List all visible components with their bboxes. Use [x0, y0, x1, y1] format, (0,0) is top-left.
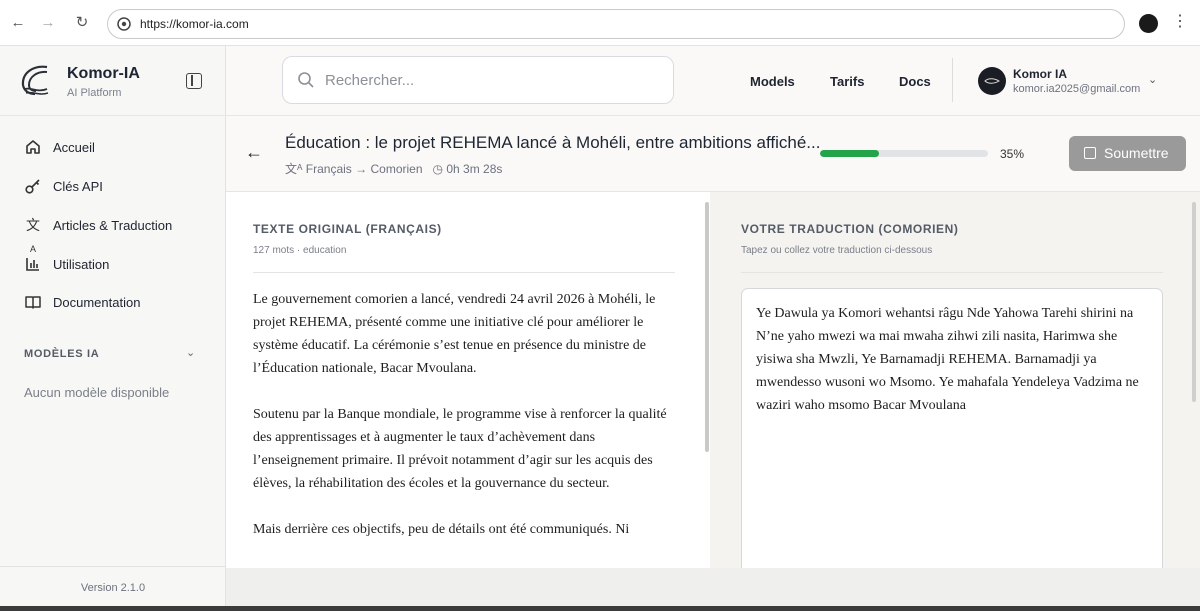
- forward-icon[interactable]: →: [38, 13, 58, 33]
- no-models-text: Aucun modèle disponible: [24, 385, 170, 400]
- original-text: Le gouvernement comorien a lancé, vendre…: [253, 288, 677, 564]
- user-email: komor.ia2025@gmail.com: [1013, 83, 1141, 95]
- browser-toolbar: ← → ↻ https://komor-ia.com ⋮: [0, 0, 1200, 46]
- article-header: ← Éducation : le projet REHEMA lancé à M…: [226, 116, 1200, 192]
- article-meta: 文ᴬ Français → Comorien ◷ 0h 3m 28s: [285, 160, 502, 177]
- search-placeholder: Rechercher...: [325, 72, 415, 89]
- language-pair: Français → Comorien: [305, 162, 423, 176]
- reload-icon[interactable]: ↻: [72, 13, 92, 33]
- original-paragraph: Mais derrière ces objectifs, peu de déta…: [253, 522, 630, 537]
- back-arrow-icon[interactable]: ←: [245, 142, 263, 163]
- top-header: Rechercher... Models Tarifs Docs Komor I…: [226, 46, 1200, 116]
- models-section-title[interactable]: MODÈLES IA: [24, 348, 99, 360]
- header-divider: [952, 58, 953, 102]
- browser-menu-icon[interactable]: ⋮: [1172, 13, 1188, 31]
- key-icon: [25, 179, 40, 194]
- collapse-sidebar-icon[interactable]: [186, 73, 202, 89]
- original-text-pane[interactable]: TEXTE ORIGINAL (FRANÇAIS) 127 mots · edu…: [226, 192, 710, 568]
- original-paragraph: Le gouvernement comorien a lancé, vendre…: [253, 292, 656, 376]
- submit-label: Soumettre: [1104, 145, 1169, 161]
- article-title: Éducation : le projet REHEMA lancé à Moh…: [285, 133, 821, 152]
- translate-icon: 文ᴬ: [285, 162, 303, 176]
- brand-subtitle: AI Platform: [67, 87, 122, 99]
- sidebar-item-label: Accueil: [53, 140, 95, 155]
- sidebar-item-documentation[interactable]: Documentation: [0, 286, 226, 318]
- user-name[interactable]: Komor IA: [1013, 67, 1067, 81]
- taskbar-strip: [0, 606, 1200, 611]
- nav-link-docs[interactable]: Docs: [899, 74, 931, 89]
- url-text: https://komor-ia.com: [140, 17, 249, 31]
- chevron-down-icon[interactable]: ⌄: [186, 346, 195, 359]
- version-label: Version 2.1.0: [0, 566, 226, 611]
- chevron-down-icon[interactable]: ⌄: [1148, 73, 1157, 86]
- sidebar-item-accueil[interactable]: Accueil: [0, 131, 226, 163]
- translation-hint: Tapez ou collez votre traduction ci-dess…: [741, 245, 933, 256]
- clock-icon: ◷: [432, 162, 443, 176]
- komor-ia-logo: [21, 65, 49, 96]
- sidebar-item-articles-traduction[interactable]: 文A Articles & Traduction: [0, 209, 226, 254]
- sidebar-item-cles-api[interactable]: Clés API: [0, 170, 226, 202]
- translation-pane: VOTRE TRADUCTION (COMORIEN) Tapez ou col…: [710, 192, 1200, 568]
- book-icon: [25, 296, 41, 309]
- sidebar-item-label: Clés API: [53, 179, 103, 194]
- translation-text: Ye Dawula ya Komori wehantsi râgu Nde Ya…: [756, 306, 1139, 413]
- back-icon[interactable]: ←: [8, 13, 28, 33]
- submit-button[interactable]: Soumettre: [1069, 136, 1186, 171]
- avatar-logo-icon: [984, 78, 1000, 84]
- original-heading: TEXTE ORIGINAL (FRANÇAIS): [253, 222, 442, 236]
- divider: [741, 272, 1163, 273]
- sidebar-item-label: Articles & Traduction: [53, 218, 173, 233]
- sidebar-item-utilisation[interactable]: Utilisation: [0, 248, 226, 280]
- original-paragraph: Soutenu par la Banque mondiale, le progr…: [253, 407, 667, 491]
- progress-percent: 35%: [1000, 147, 1025, 161]
- brand-name: Komor-IA: [67, 65, 140, 82]
- address-bar[interactable]: https://komor-ia.com: [107, 9, 1125, 39]
- translate-icon: 文A: [26, 217, 40, 254]
- original-scrollbar[interactable]: [705, 202, 709, 452]
- progress-fill: [820, 150, 879, 157]
- translation-heading: VOTRE TRADUCTION (COMORIEN): [741, 222, 959, 236]
- elapsed-time: 0h 3m 28s: [446, 162, 503, 176]
- search-icon: [298, 72, 314, 88]
- bar-chart-icon: [26, 258, 39, 271]
- home-icon: [26, 140, 40, 154]
- sidebar-item-label: Documentation: [53, 295, 141, 310]
- brand-row: Komor-IA AI Platform: [0, 46, 226, 116]
- search-input[interactable]: Rechercher...: [282, 56, 674, 104]
- avatar[interactable]: [978, 67, 1006, 95]
- page-scrollbar[interactable]: [1192, 202, 1196, 402]
- browser-profile-avatar[interactable]: [1139, 14, 1158, 33]
- site-info-icon[interactable]: [117, 17, 131, 31]
- sidebar: Komor-IA AI Platform Accueil Clés API 文A…: [0, 46, 226, 611]
- original-meta: 127 mots · education: [253, 245, 347, 256]
- footer-band: [226, 568, 1200, 611]
- divider: [253, 272, 675, 273]
- nav-link-models[interactable]: Models: [750, 74, 795, 89]
- translation-textarea[interactable]: Ye Dawula ya Komori wehantsi râgu Nde Ya…: [741, 288, 1163, 568]
- nav-link-tarifs[interactable]: Tarifs: [830, 74, 864, 89]
- progress-bar: [820, 150, 988, 157]
- save-icon: [1084, 147, 1096, 159]
- sidebar-item-label: Utilisation: [53, 257, 110, 272]
